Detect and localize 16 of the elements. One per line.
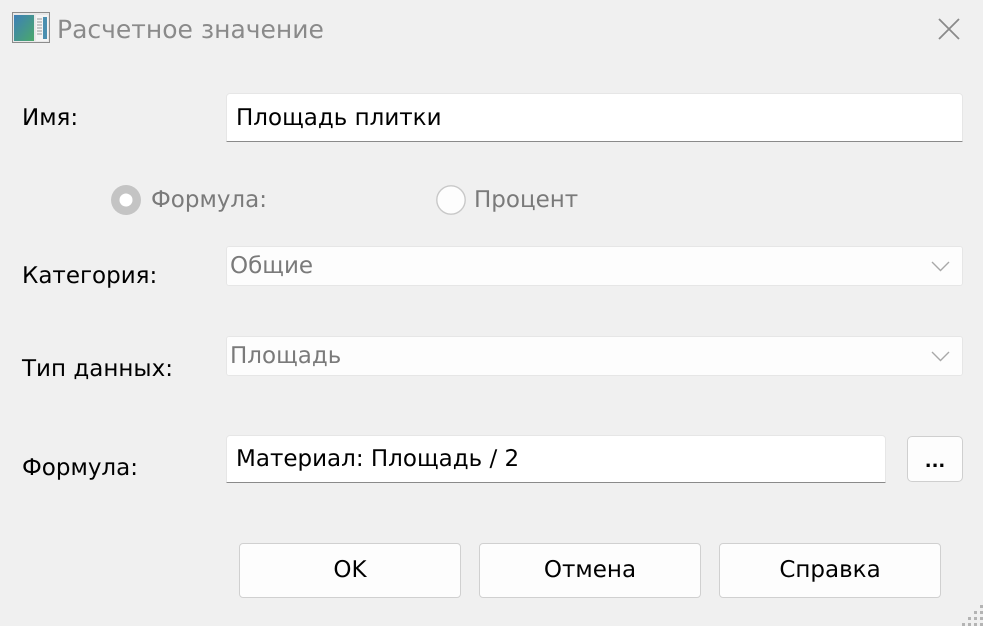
browse-button[interactable]: ...	[907, 436, 963, 482]
field-label: Категория:	[22, 262, 158, 290]
chevron-down-icon	[931, 260, 950, 272]
name-input-field[interactable]: Площадь плитки	[226, 93, 963, 142]
dialog-button[interactable]: OK	[239, 543, 461, 598]
app-window-icon	[12, 12, 50, 43]
window-title: Расчетное значение	[57, 14, 324, 44]
field-label: Формула:	[22, 454, 139, 482]
close-icon	[938, 18, 960, 40]
field-label: Тип данных:	[22, 355, 174, 383]
dialog-button[interactable]: Отмена	[479, 543, 701, 598]
formula-input-field[interactable]: Материал: Площадь / 2	[226, 435, 886, 483]
chevron-down-icon	[931, 350, 950, 362]
dialog-button[interactable]: Справка	[719, 543, 941, 598]
field-label: Имя:	[22, 104, 80, 132]
resize-grip-icon[interactable]	[960, 603, 983, 626]
